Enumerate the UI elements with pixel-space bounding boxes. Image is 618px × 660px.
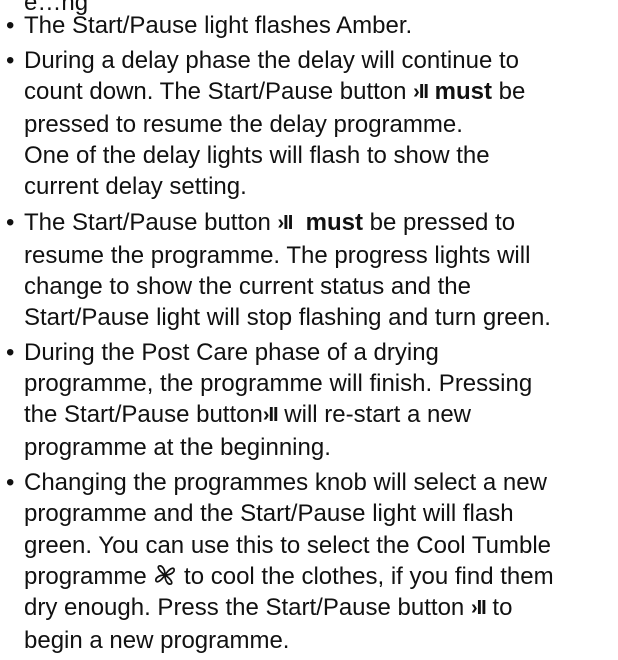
text-line: One of the delay lights will flash to sh… (24, 142, 490, 170)
text-line: programme and the Start/Pause light will… (24, 500, 514, 528)
text-fragment: be pressed to (362, 208, 516, 236)
start-pause-icon: ›II (470, 596, 487, 619)
text-line: Start/Pause light will stop flashing and… (24, 303, 551, 331)
fan-icon (155, 564, 176, 585)
text-fragment: count down. The Start/Pause button (24, 78, 414, 106)
emphasis-text: must (434, 78, 492, 106)
list-item: • The Start/Pause button ›II must be pre… (6, 207, 606, 333)
list-item: • The Start/Pause light flashes Amber. (6, 10, 606, 41)
text-line: green. You can use this to select the Co… (24, 531, 552, 559)
text-line: Changing the programmes knob will select… (24, 469, 547, 497)
text-fragment: to cool the clothes, if you find them (177, 562, 554, 590)
bullet-dot: • (6, 338, 15, 366)
text-line: During the Post Care phase of a drying (24, 338, 439, 366)
bullet-dot: • (6, 469, 15, 497)
text-line: pressed to resume the delay programme. (24, 111, 463, 139)
start-pause-icon: ›II (413, 81, 429, 104)
start-pause-icon: ›II (277, 211, 294, 234)
text-line: the Start/Pause button›II will re-start … (24, 399, 606, 432)
bullet-dot: • (6, 12, 15, 39)
text-line: begin a new programme. (24, 626, 290, 654)
text-line: current delay setting. (24, 173, 247, 201)
bullet-dot: • (6, 208, 15, 236)
text-fragment: the Start/Pause button (24, 401, 263, 429)
text-line: During a delay phase the delay will cont… (24, 47, 519, 75)
text-line: change to show the current status and th… (24, 272, 471, 300)
text-fragment: be (491, 78, 526, 106)
list-item: • During a delay phase the delay will co… (6, 45, 606, 202)
bullet-dot: • (6, 47, 15, 75)
text-line: The Start/Pause light flashes Amber. (24, 12, 413, 39)
text-line: programme to cool the clothes, if you fi… (24, 561, 606, 592)
instruction-list: • The Start/Pause light flashes Amber. •… (6, 10, 606, 660)
text-fragment: dry enough. Press the Start/Pause button (24, 593, 471, 621)
document-page: e…ng • The Start/Pause light flashes Amb… (0, 0, 618, 654)
text-fragment: The Start/Pause button (24, 208, 278, 236)
text-line: The Start/Pause button ›II must be press… (24, 207, 606, 240)
text-line: dry enough. Press the Start/Pause button… (24, 592, 606, 625)
emphasis-text: must (305, 208, 363, 236)
text-line: resume the programme. The progress light… (24, 241, 531, 269)
start-pause-icon: ›II (262, 404, 279, 427)
text-fragment: will re-start a new (277, 401, 471, 429)
text-fragment: programme (24, 562, 154, 590)
text-line: programme, the programme will finish. Pr… (24, 370, 533, 398)
text-fragment: to (485, 593, 513, 621)
text-line: count down. The Start/Pause button ›II m… (24, 76, 606, 109)
list-item: • Changing the programmes knob will sele… (6, 467, 606, 656)
list-item: • During the Post Care phase of a drying… (6, 337, 606, 463)
text-line: programme at the beginning. (24, 434, 331, 462)
